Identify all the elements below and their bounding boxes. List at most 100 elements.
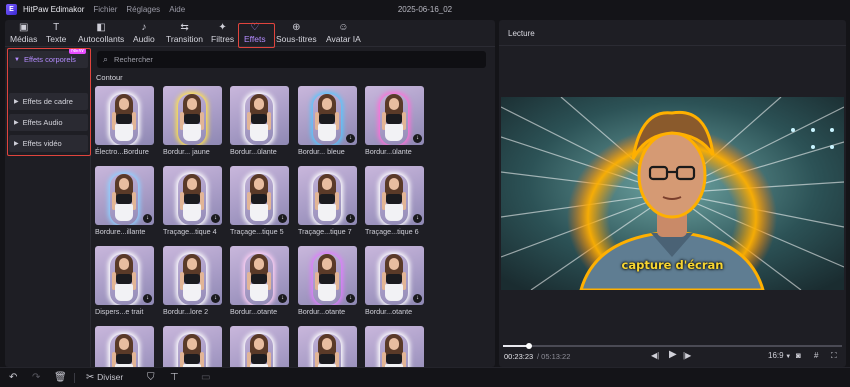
effect-thumbnail[interactable]: ↓ xyxy=(230,246,289,305)
effect-label: Traçage...tique 4 xyxy=(163,227,217,236)
effect-thumbnail[interactable]: ↓ xyxy=(365,166,424,225)
effect-thumbnail[interactable]: ↓ xyxy=(365,86,424,145)
delete-icon[interactable]: 🗑 xyxy=(54,372,67,383)
model-figure xyxy=(245,174,273,225)
effect-thumbnail[interactable]: ↓ xyxy=(95,246,154,305)
effect-thumbnail[interactable]: ↓ xyxy=(95,166,154,225)
undo-icon[interactable]: ↶ xyxy=(9,372,17,383)
tab-subtitles[interactable]: ⊕ Sous-titres xyxy=(276,22,317,47)
search-box[interactable]: ⌕ Rechercher xyxy=(97,51,486,68)
figure-skirt xyxy=(385,284,403,301)
redo-icon[interactable]: ↷ xyxy=(32,372,40,383)
figure-face xyxy=(254,178,264,190)
effect-thumbnail[interactable]: ↓ xyxy=(163,166,222,225)
download-icon[interactable]: ↓ xyxy=(413,134,422,143)
figure-face xyxy=(322,178,332,190)
prev-frame-icon[interactable]: ◀| xyxy=(651,351,659,360)
model-figure xyxy=(178,254,206,305)
figure-skirt xyxy=(318,204,336,221)
effect-thumbnail[interactable] xyxy=(230,86,289,145)
tab-filters[interactable]: ✦ Filtres xyxy=(211,22,234,47)
figure-face xyxy=(119,258,129,270)
menu-file[interactable]: Fichier xyxy=(93,5,117,14)
app-logo-icon: E xyxy=(6,4,17,15)
effect-thumbnail[interactable] xyxy=(163,86,222,145)
download-icon[interactable]: ↓ xyxy=(413,214,422,223)
download-icon[interactable]: ↓ xyxy=(211,294,220,303)
download-icon[interactable]: ↓ xyxy=(211,214,220,223)
tab-media[interactable]: ▣ Médias xyxy=(10,22,37,47)
figure-top xyxy=(319,114,335,124)
effect-thumbnail[interactable]: ↓ xyxy=(230,166,289,225)
download-icon[interactable]: ↓ xyxy=(346,214,355,223)
figure-top xyxy=(319,274,335,284)
download-icon[interactable]: ↓ xyxy=(278,214,287,223)
download-icon[interactable]: ↓ xyxy=(143,214,152,223)
sticker-icon: ◧ xyxy=(96,22,106,33)
effect-thumbnail[interactable]: ↓ xyxy=(298,166,357,225)
effect-thumbnail[interactable]: ↓ xyxy=(298,246,357,305)
model-figure xyxy=(380,334,408,367)
figure-face xyxy=(187,338,197,350)
transition-icon: ⇆ xyxy=(180,22,189,33)
progress-handle[interactable] xyxy=(526,343,533,349)
effect-label: Bordur... jaune xyxy=(163,147,210,156)
text-box-icon[interactable]: ⊤ xyxy=(170,372,179,383)
download-icon[interactable]: ↓ xyxy=(278,294,287,303)
snapshot-icon[interactable]: ◙ xyxy=(796,351,801,360)
figure-top xyxy=(184,114,200,124)
effect-thumbnail[interactable] xyxy=(365,326,424,367)
model-figure xyxy=(178,334,206,367)
scissors-icon: ✂ xyxy=(86,372,95,383)
effect-thumbnail[interactable] xyxy=(298,326,357,367)
download-icon[interactable]: ↓ xyxy=(346,134,355,143)
menu-settings[interactable]: Réglages xyxy=(126,5,160,14)
model-figure xyxy=(380,94,408,145)
progress-bar[interactable] xyxy=(503,343,842,349)
fullscreen-icon[interactable]: ⛶ xyxy=(831,351,837,361)
tab-audio[interactable]: ♪ Audio xyxy=(133,22,155,47)
effect-label: Bordur...otante xyxy=(298,307,346,316)
figure-face xyxy=(389,98,399,110)
split-button[interactable]: ✂ Diviser xyxy=(86,372,123,383)
video-preview[interactable]: capture d'écran xyxy=(501,97,844,290)
effect-label: Bordur... bleue xyxy=(298,147,345,156)
figure-top xyxy=(251,274,267,284)
download-icon[interactable]: ↓ xyxy=(346,294,355,303)
model-figure xyxy=(313,94,341,145)
title-bar: E HitPaw Edimakor Fichier Réglages Aide … xyxy=(0,0,850,19)
download-icon[interactable]: ↓ xyxy=(413,294,422,303)
figure-skirt xyxy=(385,204,403,221)
figure-face xyxy=(254,98,264,110)
download-icon[interactable]: ↓ xyxy=(143,294,152,303)
menu-help[interactable]: Aide xyxy=(169,5,185,14)
preview-panel: Lecture capture d'écran 00:23:23 / 05:13… xyxy=(499,20,846,367)
figure-face xyxy=(389,178,399,190)
tab-text[interactable]: T Texte xyxy=(46,22,66,47)
grid-icon[interactable]: # xyxy=(814,351,818,360)
figure-face xyxy=(187,178,197,190)
effect-thumbnail[interactable] xyxy=(163,326,222,367)
effect-thumbnail[interactable] xyxy=(95,326,154,367)
effect-thumbnail[interactable]: ↓ xyxy=(365,246,424,305)
tab-transition[interactable]: ⇆ Transition xyxy=(166,22,203,47)
figure-skirt xyxy=(250,284,268,301)
next-frame-icon[interactable]: |▶ xyxy=(683,351,691,360)
model-figure xyxy=(380,174,408,225)
shield-icon[interactable]: ⛉ xyxy=(147,372,155,383)
effect-label: Dispers...e trait xyxy=(95,307,144,316)
figure-face xyxy=(322,338,332,350)
aspect-ratio-select[interactable]: 16:9 ▼ xyxy=(768,351,791,360)
disabled-tool-icon: ▭ xyxy=(201,372,211,383)
model-figure xyxy=(313,254,341,305)
effect-thumbnail[interactable]: ↓ xyxy=(163,246,222,305)
effect-thumbnail[interactable] xyxy=(230,326,289,367)
figure-skirt xyxy=(183,204,201,221)
tab-stickers[interactable]: ◧ Autocollants xyxy=(78,22,124,47)
tab-avatar-ai[interactable]: ☺ Avatar IA xyxy=(326,22,361,47)
search-placeholder: Rechercher xyxy=(114,55,153,64)
effect-thumbnail[interactable] xyxy=(95,86,154,145)
figure-top xyxy=(386,114,402,124)
effect-thumbnail[interactable]: ↓ xyxy=(298,86,357,145)
play-icon[interactable]: ▶ xyxy=(669,349,677,360)
